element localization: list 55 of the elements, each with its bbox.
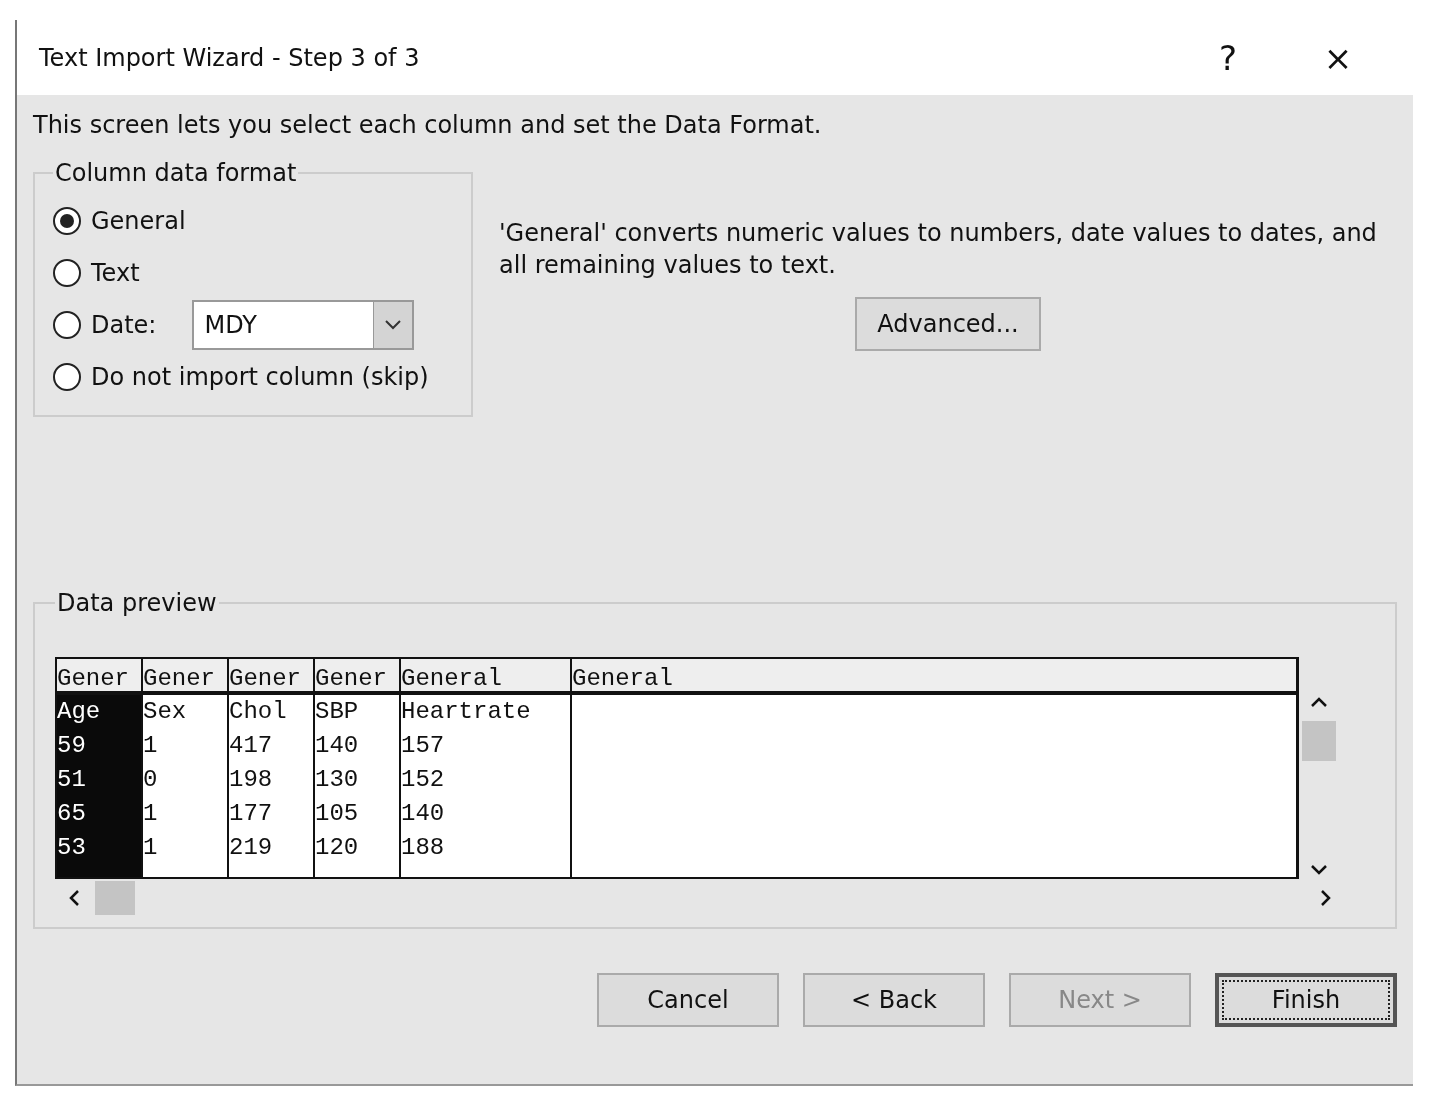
date-format-dropdown[interactable]: MDY [192,300,415,350]
table-cell-text: Sex [143,697,188,727]
column-header[interactable]: Gener [143,659,227,695]
dropdown-value: MDY [203,310,258,341]
table-cell-text: 157 [401,731,446,761]
help-button[interactable]: ? [1173,36,1283,79]
table-cell-text: Age [57,697,102,727]
table-cell-text: Heartrate [401,697,532,727]
table-cell-text: Chol [229,697,288,727]
table-cell-text: 0 [143,765,159,795]
table-cell-text: 59 [57,731,87,761]
radio-label[interactable]: Text [91,259,140,287]
table-cell-text: 140 [401,799,446,829]
instruction-text: This screen lets you select each column and set the Data Format. [33,111,823,139]
column-header[interactable]: General [572,659,1296,695]
radio-button[interactable] [53,311,81,339]
radio-label[interactable]: Do not import column (skip) [91,363,429,391]
table-cell-text: 177 [229,799,274,829]
table-cell-text: 53 [57,833,87,863]
scrollbar-thumb[interactable] [1302,721,1336,761]
scrollbar-thumb[interactable] [95,881,135,915]
preview-column[interactable]: General [572,659,1296,877]
radio-button[interactable] [53,207,81,235]
finish-button[interactable]: Finish [1215,973,1397,1027]
table-cell-text: 198 [229,765,274,795]
format-description: 'General' converts numeric values to numbers, date values to dates, and all remaining values to text. [499,218,1378,281]
radio-button[interactable] [53,363,81,391]
advanced-button[interactable]: Advanced... [855,297,1041,351]
cancel-button[interactable]: Cancel [597,973,779,1027]
table-cell-text: 1 [143,731,159,761]
window-title: Text Import Wizard - Step 3 of 3 [39,43,421,72]
column-header[interactable]: Gener [315,659,399,695]
table-cell-text: 188 [401,833,446,863]
table-cell-text: 1 [143,799,159,829]
column-header[interactable]: Gener [229,659,313,695]
table-cell-text: 140 [315,731,360,761]
radio-label[interactable]: General [91,207,186,235]
close-button[interactable]: × [1283,36,1393,79]
table-cell-text: 1 [143,833,159,863]
table-cell-text: 417 [229,731,274,761]
table-cell-text: 152 [401,765,446,795]
column-header[interactable]: Gener [57,659,141,695]
column-header[interactable]: General [401,659,570,695]
group-legend: Data preview [55,589,219,617]
table-cell-text: 219 [229,833,274,863]
table-cell-text: 51 [57,765,87,795]
back-button[interactable]: < Back [803,973,985,1027]
table-cell-text: 130 [315,765,360,795]
radio-label[interactable]: Date: [91,311,157,339]
table-cell-text: SBP [315,697,360,727]
table-cell-text: 120 [315,833,360,863]
radio-button[interactable] [53,259,81,287]
table-cell-text: 105 [315,799,360,829]
group-legend: Column data format [53,159,299,187]
table-cell-text: 65 [57,799,87,829]
